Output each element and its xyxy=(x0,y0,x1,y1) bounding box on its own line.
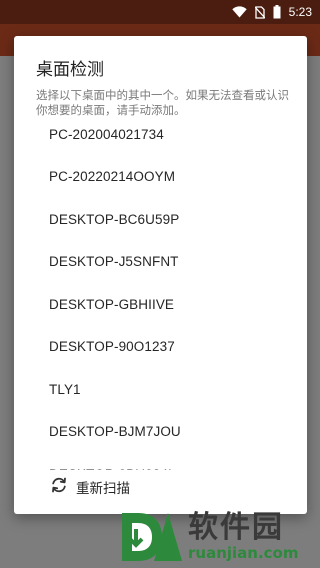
desktop-detection-dialog: 桌面检测 选择以下桌面中的其中一个。如果无法查看或认识你想要的桌面，请手动添加。… xyxy=(14,36,307,514)
status-bar: 5:23 xyxy=(0,0,320,24)
wifi-icon xyxy=(231,6,247,18)
dialog-title: 桌面检测 xyxy=(36,60,104,80)
device-list-item[interactable]: DESKTOP-0BU084I xyxy=(14,453,307,470)
rescan-button[interactable]: 重新扫描 xyxy=(50,476,130,498)
device-list-item[interactable]: DESKTOP-J5SNFNT xyxy=(14,241,307,284)
device-list-item[interactable]: DESKTOP-GBHIIVE xyxy=(14,283,307,326)
device-list-item[interactable]: DESKTOP-BC6U59P xyxy=(14,198,307,241)
rescan-label: 重新扫描 xyxy=(76,481,130,497)
device-list-item[interactable]: PC-20200402173​4 xyxy=(14,120,307,156)
device-list-item[interactable]: DESKTOP-90O1237 xyxy=(14,326,307,369)
device-list[interactable]: PC-20200402173​4 PC-20220214OOYM DESKTOP-B… xyxy=(14,120,307,470)
device-list-item[interactable]: DESKTOP-BJM7JOU xyxy=(14,411,307,454)
battery-icon xyxy=(273,5,281,19)
device-list-content: PC-20200402173​4 PC-20220214OOYM DESKTOP-B… xyxy=(14,120,307,470)
no-sim-icon xyxy=(254,5,265,19)
refresh-icon xyxy=(50,476,68,498)
device-list-item[interactable]: TLY1 xyxy=(14,368,307,411)
dialog-message: 选择以下桌面中的其中一个。如果无法查看或认识你想要的桌面，请手动添加。 xyxy=(36,88,298,118)
device-list-item[interactable]: PC-20220214OOYM xyxy=(14,156,307,199)
status-time: 5:23 xyxy=(288,5,312,19)
